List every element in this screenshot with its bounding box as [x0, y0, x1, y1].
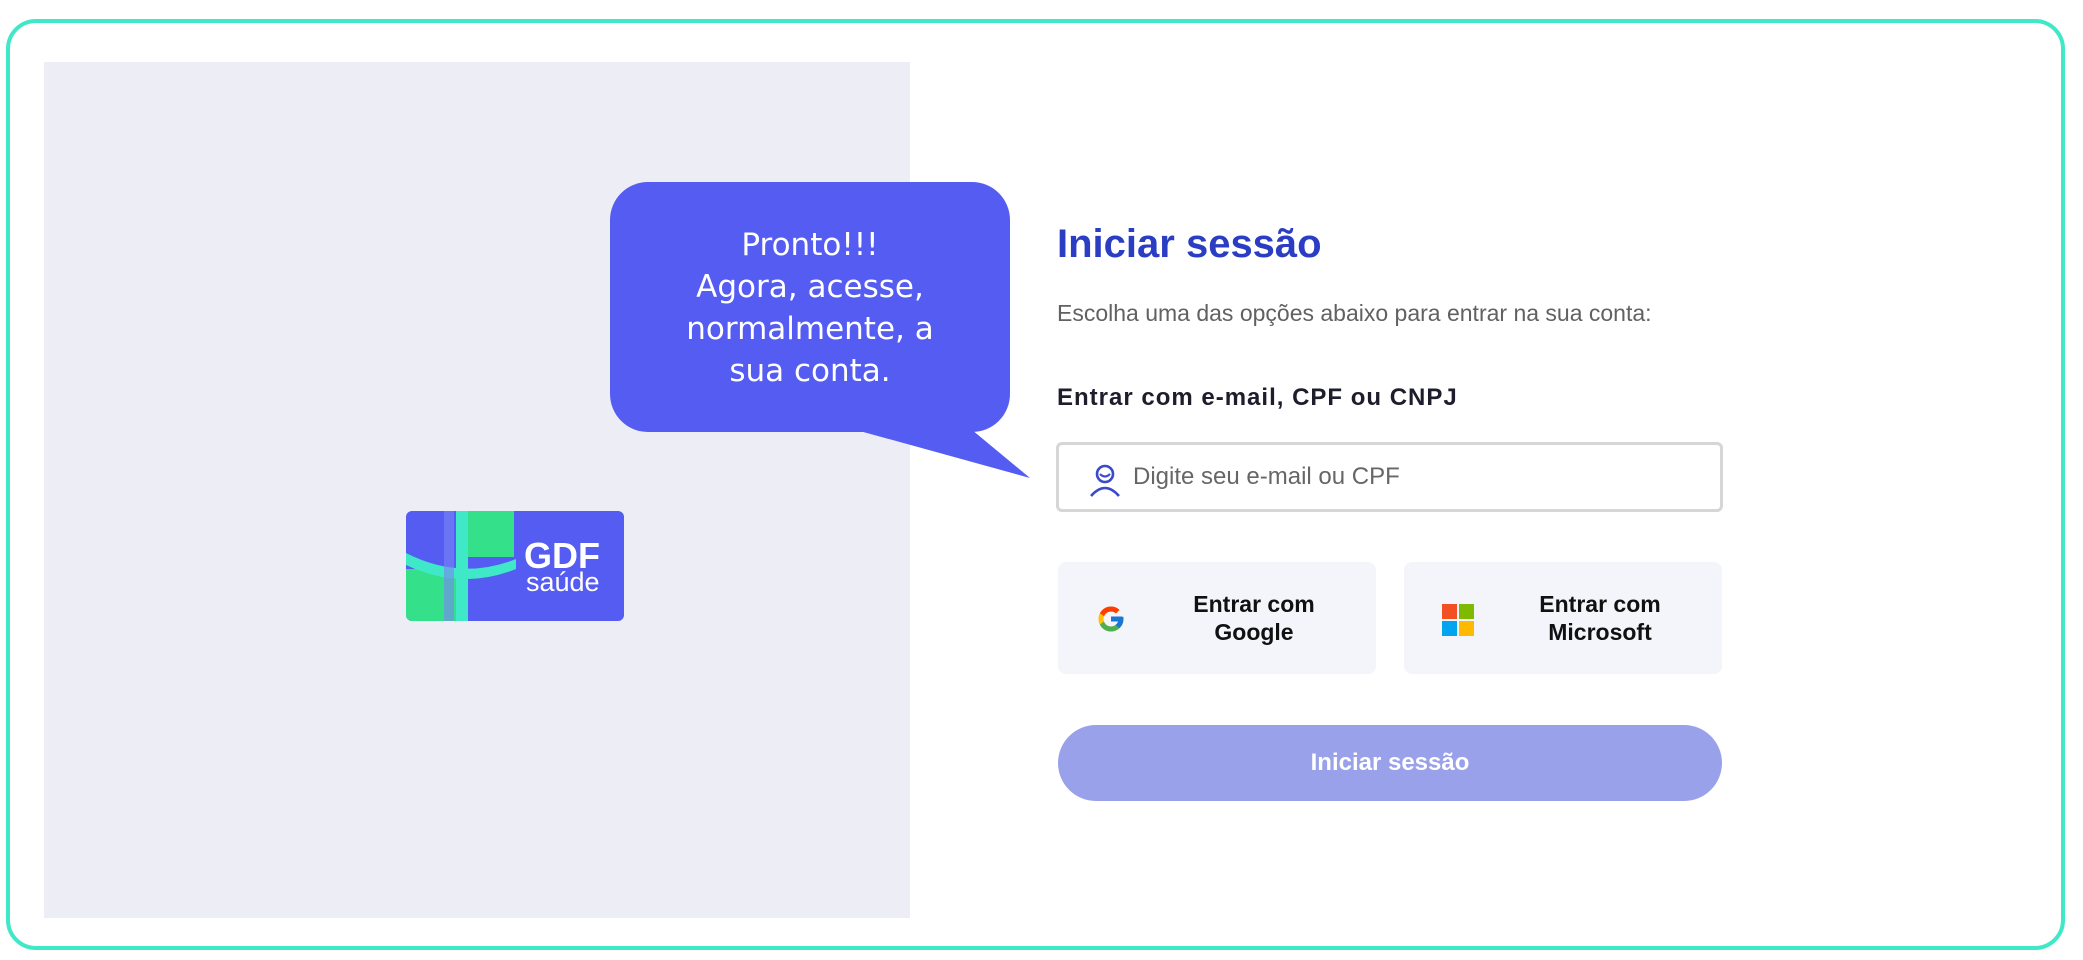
google-signin-button[interactable]: Entrar com Google: [1058, 562, 1376, 674]
gdf-saude-logo: GDF saúde: [406, 511, 624, 621]
email-cpf-input[interactable]: [1133, 459, 1693, 495]
callout-line: Pronto!!!: [741, 227, 879, 263]
microsoft-icon: [1442, 604, 1474, 641]
submit-login-button[interactable]: Iniciar sessão: [1058, 725, 1722, 801]
logo-subtext: saúde: [526, 567, 600, 597]
google-icon: [1096, 604, 1126, 639]
login-input-container[interactable]: [1056, 442, 1723, 512]
user-icon: [1087, 462, 1123, 503]
login-field-label: Entrar com e-mail, CPF ou CNPJ: [1057, 384, 1458, 411]
microsoft-signin-label: Entrar com Microsoft: [1500, 590, 1700, 646]
callout-line: normalmente, a: [686, 311, 934, 347]
google-signin-label: Entrar com Google: [1154, 590, 1354, 646]
callout-line: Agora, acesse,: [696, 269, 924, 305]
callout-line: sua conta.: [729, 353, 891, 389]
microsoft-signin-line1: Entrar com: [1539, 591, 1661, 617]
callout-bubble: Pronto!!! Agora, acesse, normalmente, a …: [610, 182, 1010, 432]
microsoft-signin-line2: Microsoft: [1548, 619, 1652, 645]
microsoft-signin-button[interactable]: Entrar com Microsoft: [1404, 562, 1722, 674]
page-subtitle: Escolha uma das opções abaixo para entra…: [1057, 300, 1652, 326]
google-signin-line1: Entrar com: [1193, 591, 1315, 617]
google-signin-line2: Google: [1214, 619, 1294, 645]
page-title: Iniciar sessão: [1057, 222, 1322, 266]
